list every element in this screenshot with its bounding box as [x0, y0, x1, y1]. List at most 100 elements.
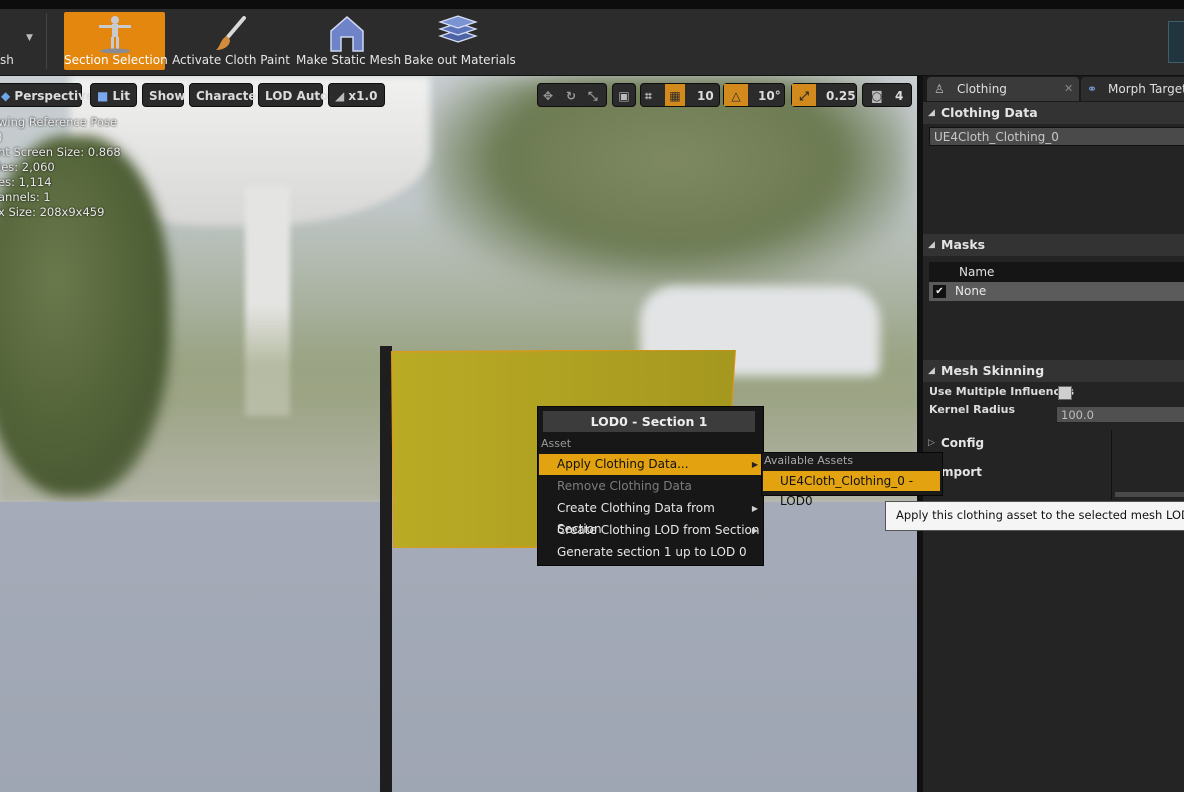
- camera-speed-value[interactable]: 4: [895, 84, 903, 108]
- bake-out-materials-button[interactable]: Bake out Materials: [404, 12, 516, 70]
- rotation-snap-icon[interactable]: △: [724, 84, 748, 106]
- details-panel: ♙ Clothing ✕ ⚭ Morph Target P ◢ Clothing…: [920, 76, 1184, 792]
- remove-clothing-data-item[interactable]: Remove Clothing Data: [539, 476, 761, 497]
- apply-clothing-data-item[interactable]: Apply Clothing Data... ▶: [539, 454, 761, 475]
- scale-icon[interactable]: ⤡: [588, 84, 598, 108]
- mask-row[interactable]: ✔ None: [929, 282, 1184, 301]
- make-static-mesh-label: Make Static Mesh: [296, 53, 402, 67]
- mesh-skinning-header[interactable]: ◢ Mesh Skinning: [923, 360, 1184, 382]
- paint-brush-icon: [216, 16, 246, 50]
- info-line-pose: wing Reference Pose: [0, 115, 118, 129]
- toolbar-partial-label: sh: [0, 53, 14, 67]
- surface-snap-icon[interactable]: ⌗: [645, 84, 652, 108]
- world-local-toggle[interactable]: ▣: [612, 83, 636, 107]
- window-top-strip: [0, 0, 1184, 9]
- lit-label: Lit: [112, 89, 131, 103]
- rotation-snap-value[interactable]: 10°: [758, 84, 781, 108]
- translate-icon[interactable]: ✥: [543, 84, 553, 108]
- morph-target-icon: ⚭: [1087, 82, 1098, 96]
- camera-icon: ◙: [871, 89, 883, 103]
- camera-speed-scalar-button[interactable]: ◢ x1.0: [328, 83, 385, 107]
- mask-enabled-checkbox[interactable]: ✔: [933, 285, 946, 298]
- close-icon[interactable]: ✕: [1064, 77, 1073, 101]
- section-context-menu: LOD0 - Section 1 Asset Apply Clothing Da…: [537, 406, 764, 566]
- config-title: Config: [941, 436, 985, 450]
- tooltip: Apply this clothing asset to the selecte…: [885, 501, 1184, 531]
- static-mesh-icon: [330, 16, 364, 52]
- masks-name-column-label: Name: [959, 265, 995, 279]
- lit-button[interactable]: ■ Lit: [90, 83, 137, 107]
- cube-icon: ▣: [618, 89, 630, 103]
- perspective-label: Perspective: [14, 89, 95, 103]
- scale-snap-value[interactable]: 0.25: [826, 84, 856, 108]
- grid-snap-value[interactable]: 10: [697, 84, 714, 108]
- speed-label: x1.0: [348, 89, 378, 103]
- collapse-triangle-icon: ◢: [928, 108, 935, 118]
- scale-snap-group[interactable]: ⤢ 0.25: [791, 83, 857, 107]
- toolbar-edge-icon[interactable]: [1168, 21, 1184, 63]
- clothing-asset-menu-item[interactable]: UE4Cloth_Clothing_0 - LOD0: [763, 471, 940, 508]
- grid-snap-group[interactable]: ⌗ ▦ 10: [640, 83, 720, 107]
- submenu-arrow-icon: ▶: [751, 526, 758, 535]
- clothing-data-header[interactable]: ◢ Clothing Data: [923, 102, 1184, 124]
- submenu-arrow-icon: ▶: [751, 460, 758, 469]
- perspective-button[interactable]: ◆ Perspective: [0, 83, 94, 107]
- transform-mode-group[interactable]: ✥ ↻ ⤡: [537, 83, 607, 107]
- camera-speed-group[interactable]: ◙ 4: [862, 83, 912, 107]
- info-line-screen-size: nt Screen Size: 0.868: [0, 145, 121, 159]
- apply-clothing-data-label: Apply Clothing Data...: [557, 457, 689, 471]
- show-button[interactable]: Show: [142, 83, 186, 107]
- kernel-radius-input[interactable]: 100.0: [1056, 406, 1184, 423]
- lod-auto-button[interactable]: LOD Auto: [258, 83, 328, 107]
- expand-triangle-icon: ▷: [928, 438, 935, 448]
- tab-morph-target[interactable]: ⚭ Morph Target P: [1081, 77, 1184, 101]
- create-clothing-lod-item[interactable]: Create Clothing LOD from Section ▶: [539, 520, 761, 541]
- chevron-down-icon[interactable]: ▼: [26, 33, 33, 43]
- tab-clothing[interactable]: ♙ Clothing ✕: [927, 77, 1079, 101]
- perspective-icon: ◆: [1, 89, 11, 103]
- rotation-snap-group[interactable]: △ 10°: [723, 83, 785, 107]
- collapse-triangle-icon: ◢: [928, 240, 935, 250]
- stacked-layers-icon: [438, 15, 478, 43]
- masks-column-header[interactable]: Name: [929, 262, 1184, 282]
- clothing-asset-list-item[interactable]: UE4Cloth_Clothing_0: [929, 127, 1184, 146]
- use-multiple-influences-checkbox[interactable]: [1058, 386, 1072, 400]
- viewport[interactable]: ◆ Perspective ■ Lit Show Character LOD A…: [0, 76, 917, 792]
- grid-snap-icon[interactable]: ▦: [665, 84, 685, 106]
- submenu-arrow-icon: ▶: [751, 504, 758, 513]
- import-title: mport: [941, 465, 982, 479]
- show-label: Show: [149, 89, 186, 103]
- tooltip-text: Apply this clothing asset to the selecte…: [896, 508, 1184, 522]
- config-header[interactable]: ▷ Config: [923, 432, 1184, 454]
- use-multiple-influences-label: Use Multiple Influences: [929, 385, 1075, 398]
- make-static-mesh-button[interactable]: Make Static Mesh: [296, 12, 402, 70]
- section-selection-button[interactable]: Section Selection: [64, 12, 168, 70]
- info-line-approx-size: x Size: 208x9x459: [0, 205, 105, 219]
- bake-out-materials-label: Bake out Materials: [404, 53, 516, 67]
- masks-title: Masks: [941, 237, 986, 252]
- generate-section-item[interactable]: Generate section 1 up to LOD 0: [539, 542, 761, 563]
- mesh-skinning-title: Mesh Skinning: [941, 363, 1045, 378]
- kernel-radius-label: Kernel Radius: [929, 403, 1016, 416]
- import-file-path-field[interactable]: [1115, 492, 1184, 497]
- section-selection-label: Section Selection: [64, 53, 168, 67]
- import-header[interactable]: mport: [923, 461, 1184, 483]
- context-menu-title: LOD0 - Section 1: [543, 411, 755, 432]
- create-clothing-lod-label: Create Clothing LOD from Section: [557, 523, 760, 537]
- masks-header[interactable]: ◢ Masks: [923, 234, 1184, 256]
- scale-snap-icon[interactable]: ⤢: [792, 84, 816, 106]
- character-button[interactable]: Character: [189, 83, 262, 107]
- character-label: Character: [196, 89, 263, 103]
- lit-cube-icon: ■: [97, 89, 109, 103]
- available-assets-submenu: Available Assets UE4Cloth_Clothing_0 - L…: [761, 452, 943, 508]
- speed-icon: ◢: [335, 89, 345, 103]
- toolbar-divider: [46, 13, 47, 69]
- rotate-icon[interactable]: ↻: [566, 84, 576, 108]
- clothing-data-title: Clothing Data: [941, 105, 1038, 120]
- collapse-triangle-icon: ◢: [928, 366, 935, 376]
- activate-cloth-paint-label: Activate Cloth Paint: [172, 53, 290, 67]
- activate-cloth-paint-button[interactable]: Activate Cloth Paint: [172, 12, 290, 70]
- info-line-lod: ): [0, 130, 3, 144]
- skeleton-figure-icon: [98, 16, 131, 54]
- create-clothing-data-item[interactable]: Create Clothing Data from Section ▶: [539, 498, 761, 536]
